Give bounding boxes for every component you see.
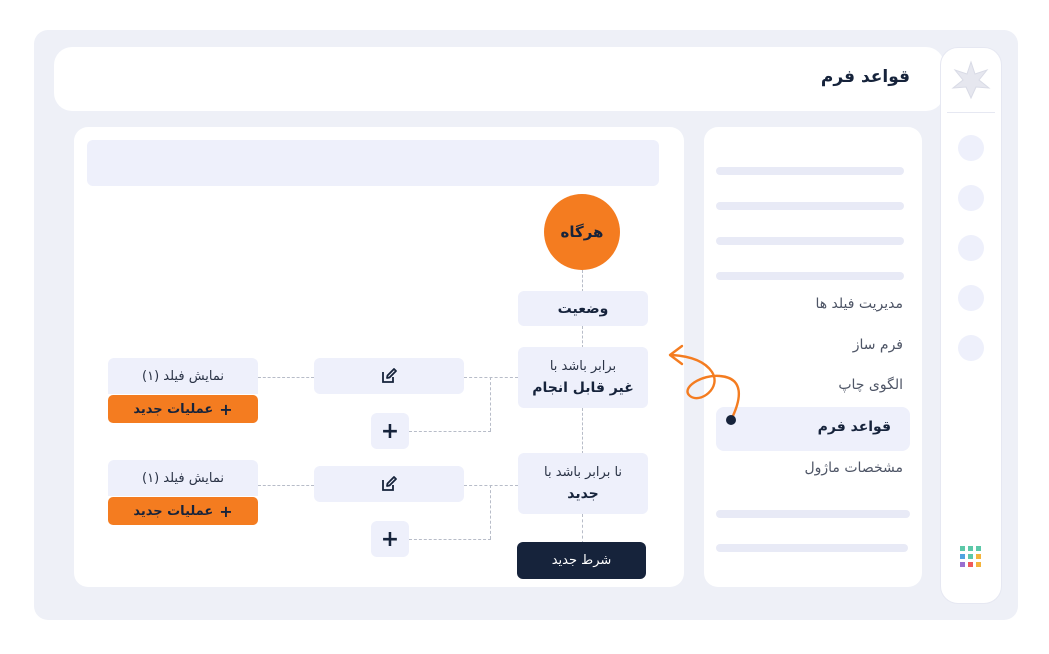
canvas-toolbar-placeholder xyxy=(87,140,659,186)
pointer-arrow-icon xyxy=(668,344,741,425)
sidebar-item-form-builder[interactable]: فرم ساز xyxy=(853,337,903,353)
status-node[interactable]: وضعیت xyxy=(518,291,648,326)
plus-icon: + xyxy=(219,399,233,419)
trigger-label: هرگاه xyxy=(560,223,604,241)
action-card[interactable]: نمایش فیلد (۱) xyxy=(108,460,258,496)
edit-icon xyxy=(382,368,397,383)
edit-action-button[interactable] xyxy=(314,358,464,394)
icon-rail xyxy=(940,47,1002,604)
condition-node[interactable]: نا برابر باشد با جدید xyxy=(518,453,648,514)
plus-icon: + xyxy=(380,418,400,444)
rail-button-3[interactable] xyxy=(958,235,984,261)
plus-icon: + xyxy=(380,526,400,552)
logo-icon xyxy=(951,60,991,100)
new-action-label: عملیات جدید xyxy=(133,401,214,417)
connector xyxy=(258,377,314,378)
page-title: قواعد فرم xyxy=(820,67,910,87)
rail-button-2[interactable] xyxy=(958,185,984,211)
connector xyxy=(258,485,314,486)
edit-icon xyxy=(382,476,397,491)
sidebar-item-print-template[interactable]: الگوی چاپ xyxy=(838,377,903,393)
rail-button-5[interactable] xyxy=(958,335,984,361)
condition-operator: برابر باشد با xyxy=(549,359,617,374)
rail-divider xyxy=(947,112,995,113)
sidebar-skeleton-5 xyxy=(716,510,910,518)
connector xyxy=(582,514,583,544)
new-action-label: عملیات جدید xyxy=(133,503,214,519)
sidebar-item-label: الگوی چاپ xyxy=(838,377,903,393)
sidebar-item-form-rules-label: قواعد فرم xyxy=(817,419,891,435)
apps-grid-icon[interactable] xyxy=(959,545,987,573)
connector xyxy=(409,539,491,540)
rail-button-4[interactable] xyxy=(958,285,984,311)
condition-operator: نا برابر باشد با xyxy=(543,465,623,480)
sidebar-skeleton-6 xyxy=(716,544,908,552)
action-field-label: نمایش فیلد (۱) xyxy=(142,470,224,486)
condition-value: جدید xyxy=(567,486,599,502)
add-branch-button[interactable]: + xyxy=(371,521,409,557)
sidebar-skeleton-1 xyxy=(716,167,904,175)
sidebar-item-label: مدیریت فیلد ها xyxy=(815,296,903,312)
new-action-button[interactable]: + عملیات جدید xyxy=(108,395,258,423)
edit-action-button[interactable] xyxy=(314,466,464,502)
rail-button-1[interactable] xyxy=(958,135,984,161)
action-field-label: نمایش فیلد (۱) xyxy=(142,368,224,384)
sidebar-item-label: مشخصات ماژول xyxy=(804,460,903,476)
new-condition-label: شرط جدید xyxy=(551,553,612,568)
add-branch-button[interactable]: + xyxy=(371,413,409,449)
new-condition-button[interactable]: شرط جدید xyxy=(517,542,646,579)
new-action-button[interactable]: + عملیات جدید xyxy=(108,497,258,525)
connector xyxy=(582,408,583,454)
connector xyxy=(464,377,518,378)
connector xyxy=(490,377,491,431)
sidebar-skeleton-2 xyxy=(716,202,904,210)
trigger-node[interactable]: هرگاه xyxy=(544,194,620,270)
connector xyxy=(464,485,518,486)
sidebar-skeleton-3 xyxy=(716,237,904,245)
condition-value: غیر قابل انجام xyxy=(532,380,634,396)
condition-node[interactable]: برابر باشد با غیر قابل انجام xyxy=(518,347,648,408)
connector xyxy=(409,431,491,432)
sidebar-item-field-management[interactable]: مدیریت فیلد ها xyxy=(815,296,903,312)
connector xyxy=(582,270,583,292)
connector xyxy=(582,326,583,348)
sidebar-skeleton-4 xyxy=(716,272,904,280)
plus-icon: + xyxy=(219,501,233,521)
sidebar-item-label: فرم ساز xyxy=(852,337,903,353)
action-card[interactable]: نمایش فیلد (۱) xyxy=(108,358,258,394)
page-header: قواعد فرم xyxy=(54,47,944,111)
status-label: وضعیت xyxy=(557,300,609,317)
sidebar-item-module-specs[interactable]: مشخصات ماژول xyxy=(804,460,903,476)
connector xyxy=(490,485,491,539)
